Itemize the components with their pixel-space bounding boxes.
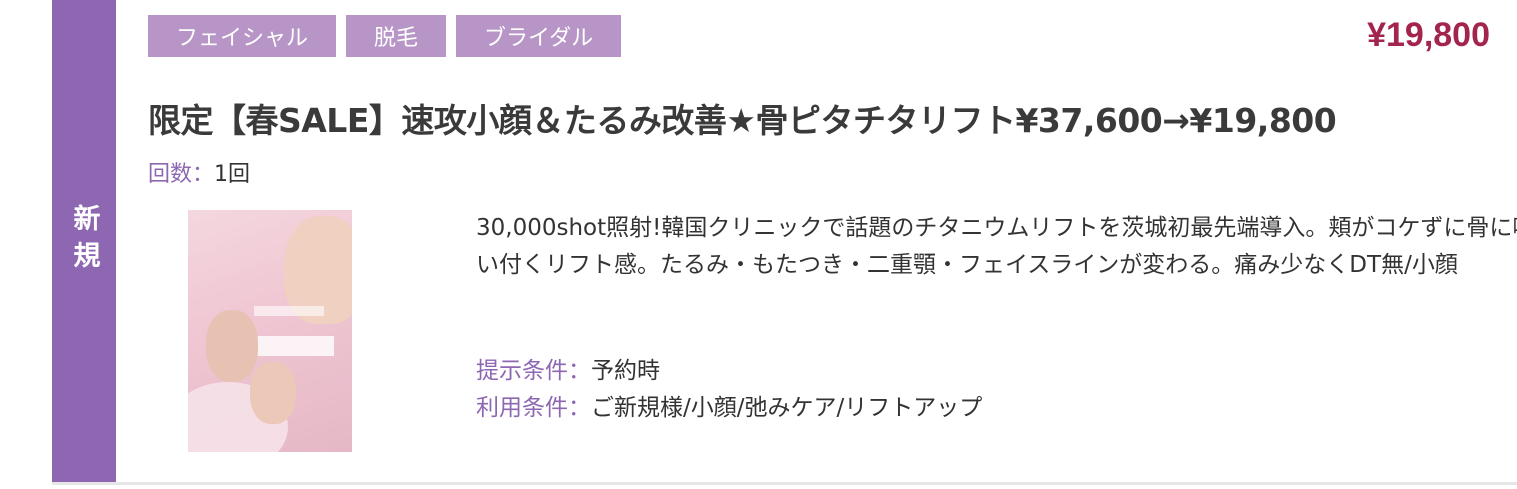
before-face-image [206,310,258,382]
coupon-description: 30,000shot照射!韓国クリニックで話題のチタニウムリフトを茨城初最先端導… [476,215,1517,278]
after-face-image [250,362,296,424]
new-badge: 新規 [52,0,116,482]
usage-condition-label: 利用条件： [476,395,591,421]
session-count-value: 1回 [214,162,251,187]
coupon-title[interactable]: 限定【春SALE】速攻小顔＆たるみ改善★骨ピタチタリフト¥37,600→¥19,… [148,94,1478,142]
presentation-condition-label: 提示条件： [476,358,591,384]
session-count-label: 回数： [148,162,215,187]
new-badge-label: 新規 [68,204,100,278]
category-tags: フェイシャル 脱毛 ブライダル [148,15,622,57]
coupon-card[interactable]: 新規 フェイシャル 脱毛 ブライダル ¥19,800 限定【春SALE】速攻小顔… [52,0,1517,485]
presentation-condition-value: 予約時 [591,358,660,384]
usage-condition-value: ご新規様/小顔/弛みケア/リフトアップ [591,395,983,421]
coupon-price: ¥19,800 [1367,16,1490,54]
usage-condition: 利用条件：ご新規様/小顔/弛みケア/リフトアップ [476,390,982,427]
coupon-image[interactable] [188,210,352,452]
tag-facial: フェイシャル [148,15,337,57]
image-caption-strip [254,306,324,316]
image-price-plate [254,336,334,356]
coupon-conditions: 提示条件：予約時 利用条件：ご新規様/小顔/弛みケア/リフトアップ [476,353,982,427]
tag-bridal: ブライダル [456,15,622,57]
tag-hair-removal: 脱毛 [346,15,447,57]
session-count: 回数：1回 [148,156,250,188]
presentation-condition: 提示条件：予約時 [476,353,982,390]
